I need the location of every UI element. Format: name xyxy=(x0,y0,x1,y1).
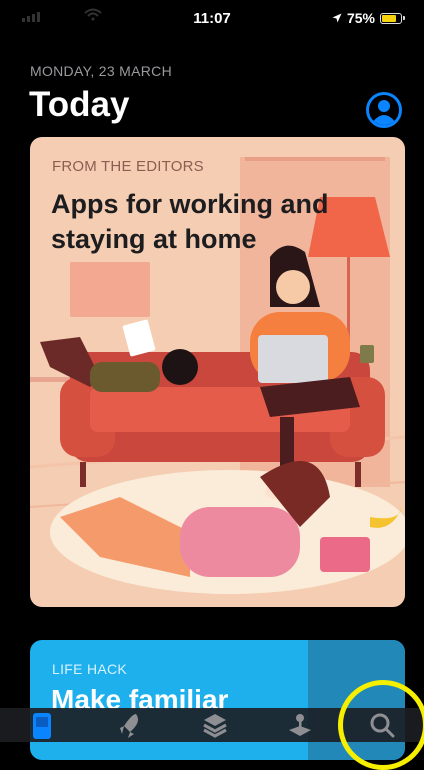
tab-apps[interactable] xyxy=(195,712,235,742)
account-avatar-icon[interactable] xyxy=(366,92,402,128)
card-headline: Apps for working and staying at home xyxy=(51,189,329,254)
tab-today[interactable] xyxy=(22,712,62,742)
tab-bar xyxy=(0,708,424,742)
page-title: Today xyxy=(29,85,130,124)
today-icon xyxy=(33,713,51,739)
tab-games[interactable] xyxy=(110,712,150,742)
header-date: MONDAY, 23 MARCH xyxy=(30,63,172,79)
layers-icon xyxy=(203,714,227,738)
battery-icon xyxy=(380,12,405,24)
tab-search[interactable] xyxy=(362,712,402,742)
tab-arcade[interactable] xyxy=(280,712,320,742)
status-bar: 11:07 75% xyxy=(0,0,424,40)
card-eyebrow: LIFE HACK xyxy=(52,661,128,677)
location-arrow-icon xyxy=(332,13,342,23)
rocket-icon xyxy=(120,714,138,738)
story-card-editors[interactable]: FROM THE EDITORS Apps for working and st… xyxy=(30,137,405,607)
search-icon xyxy=(370,713,395,738)
battery-percent: 75% xyxy=(346,10,375,26)
card-image-panel xyxy=(308,640,405,760)
joystick-icon xyxy=(289,714,311,736)
card-eyebrow: FROM THE EDITORS xyxy=(52,158,204,175)
story-card-life-hack[interactable]: LIFE HACK Make familiar xyxy=(30,640,405,760)
